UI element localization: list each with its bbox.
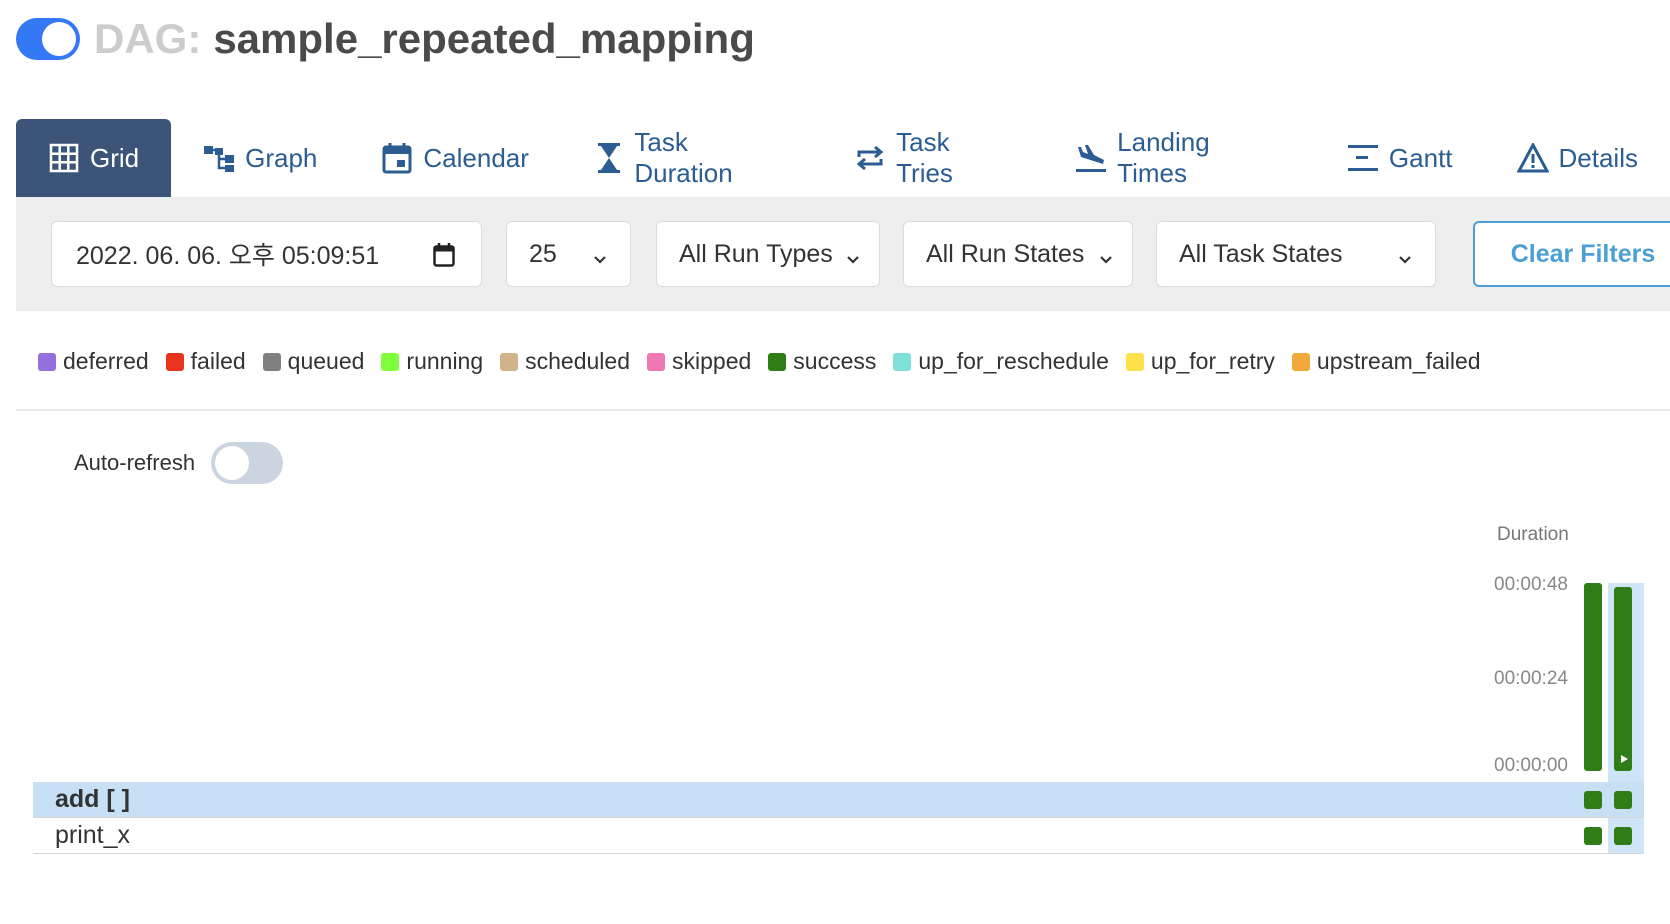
base-date-input[interactable]: 2022. 06. 06. 오후 05:09:51	[51, 221, 482, 287]
legend-item-up-for-reschedule: up_for_reschedule	[893, 348, 1109, 375]
duration-label: Duration	[1497, 524, 1569, 545]
legend-label: upstream_failed	[1316, 348, 1481, 374]
legend-item-running: running	[381, 348, 483, 375]
tab-calendar[interactable]: Calendar	[349, 119, 561, 197]
tab-label: Details	[1558, 142, 1638, 173]
chevron-down-icon	[592, 246, 608, 275]
state-legend: deferred failed queued running scheduled…	[38, 348, 1498, 375]
legend-label: skipped	[672, 348, 752, 374]
toggle-knob	[215, 446, 250, 480]
legend-label: failed	[190, 348, 246, 374]
tab-label: Task Tries	[896, 127, 953, 188]
legend-label: running	[406, 348, 484, 374]
legend-label: up_for_retry	[1150, 348, 1275, 374]
plane-landing-icon	[1075, 142, 1107, 174]
dag-name: sample_repeated_mapping	[213, 15, 755, 62]
legend-label: success	[793, 348, 877, 374]
tab-details[interactable]: Details	[1485, 119, 1670, 197]
legend-item-success: success	[768, 348, 876, 375]
repeat-icon	[855, 142, 886, 174]
duration-tick: 00:00:24	[1494, 668, 1568, 689]
tab-gantt[interactable]: Gantt	[1315, 119, 1485, 197]
legend-item-queued: queued	[262, 348, 365, 375]
task-name: print_x	[55, 821, 131, 849]
run-duration-bar[interactable]	[1584, 583, 1602, 771]
run-duration-bar[interactable]	[1614, 587, 1632, 771]
view-tabs: Grid Graph Calendar Task Duration Task T…	[16, 119, 1670, 197]
graph-icon	[203, 142, 235, 174]
legend-swatch	[1291, 352, 1310, 371]
task-row-print-x[interactable]: print_x	[33, 818, 1644, 854]
airflow-dag-page: DAG: sample_repeated_mapping Grid Graph …	[0, 0, 1670, 924]
play-icon	[1621, 755, 1628, 763]
chevron-down-icon	[1098, 246, 1114, 275]
tab-label: Graph	[245, 142, 318, 173]
legend-swatch	[262, 352, 281, 371]
tab-label: Task Duration	[634, 127, 733, 188]
task-states-value: All Task States	[1179, 239, 1343, 268]
tab-label: Calendar	[423, 142, 529, 173]
tab-label: Grid	[90, 142, 140, 173]
legend-swatch	[1125, 352, 1144, 371]
grid-icon	[48, 142, 80, 174]
legend-label: deferred	[63, 348, 149, 374]
task-row-add[interactable]: add [ ]	[33, 782, 1644, 818]
auto-refresh: Auto-refresh	[74, 442, 284, 484]
dag-pause-toggle[interactable]	[16, 18, 80, 60]
gantt-icon	[1347, 142, 1379, 174]
divider	[16, 409, 1670, 411]
dag-header: DAG: sample_repeated_mapping	[16, 14, 755, 64]
warning-triangle-icon	[1516, 142, 1549, 174]
auto-refresh-label: Auto-refresh	[74, 450, 196, 475]
task-instance-cell[interactable]	[1584, 827, 1602, 845]
legend-swatch	[165, 352, 184, 371]
run-states-select[interactable]: All Run States	[903, 221, 1133, 287]
legend-swatch	[647, 352, 665, 371]
legend-swatch	[381, 352, 400, 371]
legend-swatch	[500, 352, 519, 371]
dag-prefix: DAG:	[94, 15, 202, 62]
clear-filters-button[interactable]: Clear Filters	[1473, 221, 1670, 287]
chevron-down-icon	[845, 246, 861, 275]
duration-tick: 00:00:48	[1494, 574, 1568, 595]
run-types-value: All Run Types	[679, 239, 833, 268]
calendar-icon	[381, 142, 413, 174]
duration-tick: 00:00:00	[1494, 755, 1568, 776]
tab-grid[interactable]: Grid	[16, 119, 172, 197]
run-states-value: All Run States	[926, 239, 1085, 268]
legend-swatch	[893, 352, 912, 371]
legend-item-skipped: skipped	[647, 348, 751, 375]
task-instance-cell[interactable]	[1614, 827, 1632, 845]
tab-task-duration[interactable]: Task Duration	[561, 119, 823, 197]
legend-item-failed: failed	[165, 348, 246, 375]
toggle-knob	[42, 22, 76, 56]
legend-label: scheduled	[525, 348, 630, 374]
tab-landing-times[interactable]: Landing Times	[1043, 119, 1315, 197]
tab-label: Gantt	[1388, 142, 1453, 173]
legend-label: queued	[287, 348, 365, 374]
filter-bar: 2022. 06. 06. 오후 05:09:51 25 All Run Typ…	[16, 197, 1670, 311]
task-instance-cell[interactable]	[1614, 791, 1632, 809]
legend-swatch	[38, 352, 56, 371]
task-states-select[interactable]: All Task States	[1156, 221, 1436, 287]
calendar-picker-icon[interactable]	[433, 243, 455, 274]
base-date-value: 2022. 06. 06. 오후 05:09:51	[76, 242, 380, 270]
legend-item-deferred: deferred	[38, 348, 149, 375]
legend-swatch	[768, 352, 787, 371]
num-runs-value: 25	[529, 239, 557, 268]
auto-refresh-toggle[interactable]	[211, 442, 284, 484]
hourglass-icon	[593, 142, 624, 174]
run-types-select[interactable]: All Run Types	[656, 221, 880, 287]
task-name: add [ ]	[55, 785, 130, 813]
tab-graph[interactable]: Graph	[171, 119, 349, 197]
tab-label: Landing Times	[1117, 127, 1210, 188]
legend-label: up_for_reschedule	[918, 348, 1109, 374]
legend-item-up-for-retry: up_for_retry	[1125, 348, 1275, 375]
tab-task-tries[interactable]: Task Tries	[823, 119, 1044, 197]
chevron-down-icon	[1397, 246, 1413, 275]
legend-item-scheduled: scheduled	[500, 348, 630, 375]
num-runs-select[interactable]: 25	[506, 221, 631, 287]
legend-item-upstream-failed: upstream_failed	[1291, 348, 1481, 375]
task-instance-cell[interactable]	[1584, 791, 1602, 809]
